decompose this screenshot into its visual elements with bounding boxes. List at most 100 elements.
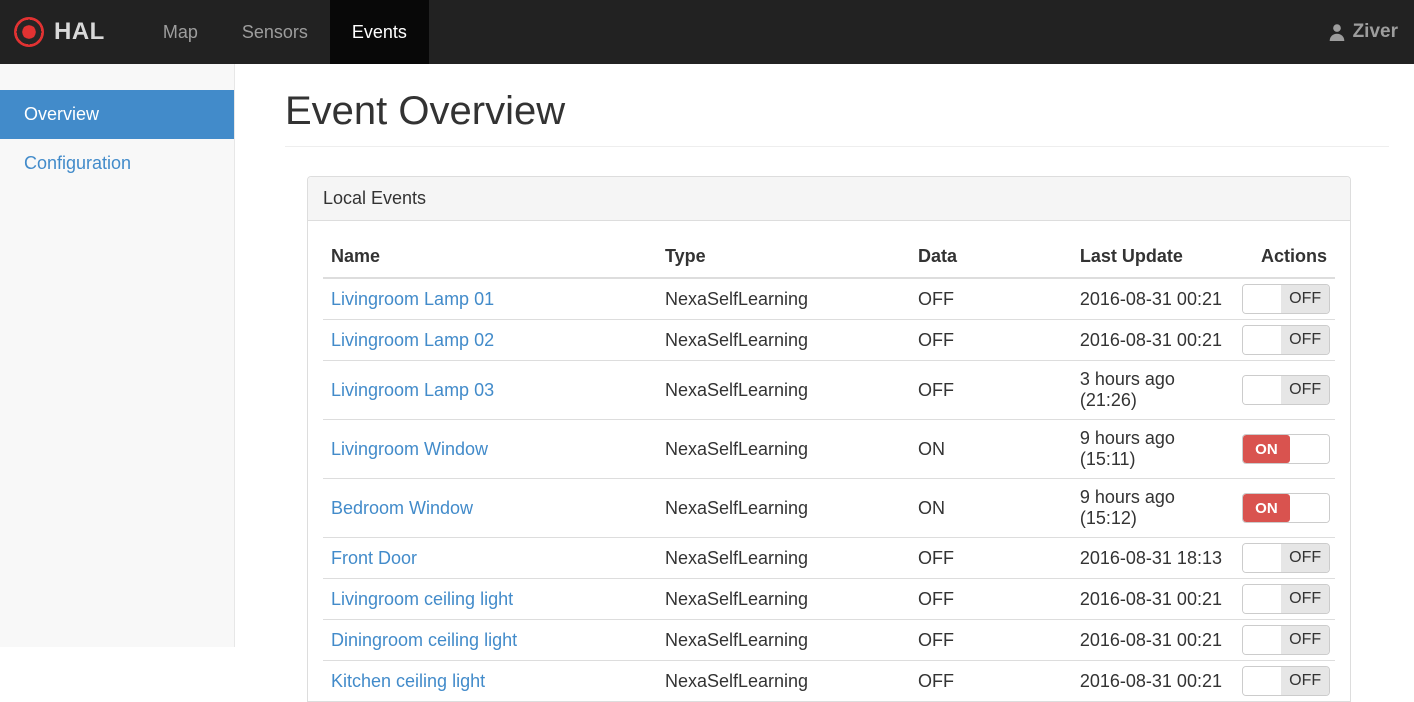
event-toggle-switch[interactable]: ON	[1241, 434, 1330, 464]
main-content: Event Overview Local Events Name Type Da…	[235, 64, 1414, 702]
event-actions-cell: OFF	[1233, 578, 1335, 620]
switch-handle	[1242, 326, 1282, 354]
table-row: Kitchen ceiling light NexaSelfLearning OFF…	[323, 660, 1335, 701]
event-name-link[interactable]: Bedroom Window	[331, 498, 473, 518]
event-toggle-switch[interactable]: OFF	[1241, 625, 1330, 655]
event-name-link[interactable]: Livingroom Window	[331, 439, 488, 459]
event-type-cell: NexaSelfLearning	[656, 360, 910, 420]
event-last-update-cell: 2016-08-31 00:21	[1071, 578, 1234, 620]
col-header-actions: Actions	[1233, 236, 1335, 279]
event-name-link[interactable]: Livingroom Lamp 02	[331, 330, 494, 350]
col-header-name: Name	[323, 236, 657, 279]
event-name-link[interactable]: Livingroom ceiling light	[331, 589, 513, 609]
switch-handle	[1242, 376, 1282, 404]
switch-handle	[1290, 494, 1329, 522]
event-name-link[interactable]: Livingroom Lamp 01	[331, 289, 494, 309]
event-actions-cell: OFF	[1233, 619, 1335, 661]
local-events-panel: Local Events Name Type Data Last Update …	[307, 176, 1351, 702]
events-table: Name Type Data Last Update Actions Livin…	[323, 236, 1335, 701]
switch-on-label: ON	[1242, 494, 1291, 522]
switch-off-label: OFF	[1281, 544, 1329, 572]
event-last-update-cell: 3 hours ago (21:26)	[1071, 360, 1234, 420]
user-menu[interactable]: Ziver	[1312, 0, 1414, 64]
event-type-cell: NexaSelfLearning	[656, 578, 910, 620]
sidebar-item-overview[interactable]: Overview	[0, 90, 234, 139]
switch-handle	[1242, 544, 1282, 572]
event-last-update-cell: 2016-08-31 00:21	[1071, 319, 1234, 361]
event-type-cell: NexaSelfLearning	[656, 419, 910, 479]
panel-body: Name Type Data Last Update Actions Livin…	[308, 221, 1350, 701]
event-name-link[interactable]: Livingroom Lamp 03	[331, 380, 494, 400]
event-type-cell: NexaSelfLearning	[656, 319, 910, 361]
col-header-type: Type	[656, 236, 910, 279]
event-toggle-switch[interactable]: OFF	[1241, 375, 1330, 405]
event-actions-cell: ON	[1233, 478, 1335, 538]
switch-handle	[1290, 435, 1329, 463]
event-name-cell: Livingroom Lamp 01	[323, 277, 657, 320]
panel-title: Local Events	[308, 177, 1350, 221]
table-row: Livingroom Lamp 03 NexaSelfLearning OFF 3 h…	[323, 360, 1335, 420]
brand[interactable]: HAL	[0, 0, 123, 64]
switch-off-label: OFF	[1281, 376, 1329, 404]
page-title: Event Overview	[285, 88, 1389, 147]
switch-off-label: OFF	[1281, 667, 1329, 695]
event-toggle-switch[interactable]: OFF	[1241, 584, 1330, 614]
event-last-update-cell: 2016-08-31 00:21	[1071, 277, 1234, 320]
event-data-cell: OFF	[909, 319, 1072, 361]
switch-handle	[1242, 626, 1282, 654]
top-navbar: HAL Map Sensors Events Ziver	[0, 0, 1414, 64]
sidebar-item-configuration[interactable]: Configuration	[0, 139, 234, 188]
event-type-cell: NexaSelfLearning	[656, 660, 910, 701]
event-actions-cell: OFF	[1233, 277, 1335, 320]
event-toggle-switch[interactable]: OFF	[1241, 284, 1330, 314]
event-name-cell: Front Door	[323, 537, 657, 579]
brand-label: HAL	[54, 18, 105, 45]
event-toggle-switch[interactable]: OFF	[1241, 543, 1330, 573]
event-toggle-switch[interactable]: OFF	[1241, 666, 1330, 696]
table-row: Livingroom Window NexaSelfLearning ON 9 hou…	[323, 419, 1335, 479]
person-icon	[1329, 24, 1344, 41]
hal-logo-target-icon	[14, 17, 44, 47]
event-name-cell: Livingroom Lamp 02	[323, 319, 657, 361]
event-actions-cell: OFF	[1233, 660, 1335, 701]
event-actions-cell: OFF	[1233, 319, 1335, 361]
table-row: Bedroom Window NexaSelfLearning ON 9 hours …	[323, 478, 1335, 538]
nav-item-map[interactable]: Map	[141, 0, 220, 64]
event-data-cell: OFF	[909, 578, 1072, 620]
event-actions-cell: OFF	[1233, 360, 1335, 420]
sidebar: Overview Configuration	[0, 64, 235, 647]
event-data-cell: ON	[909, 478, 1072, 538]
event-toggle-switch[interactable]: ON	[1241, 493, 1330, 523]
event-last-update-cell: 2016-08-31 18:13	[1071, 537, 1234, 579]
event-name-cell: Bedroom Window	[323, 478, 657, 538]
table-row: Livingroom ceiling light NexaSelfLearning…	[323, 578, 1335, 620]
nav-item-events[interactable]: Events	[329, 0, 429, 64]
event-data-cell: OFF	[909, 660, 1072, 701]
event-data-cell: OFF	[909, 277, 1072, 320]
col-header-data: Data	[909, 236, 1072, 279]
switch-off-label: OFF	[1281, 285, 1329, 313]
event-type-cell: NexaSelfLearning	[656, 537, 910, 579]
switch-on-label: ON	[1242, 435, 1291, 463]
event-type-cell: NexaSelfLearning	[656, 619, 910, 661]
event-last-update-cell: 2016-08-31 00:21	[1071, 619, 1234, 661]
table-row: Livingroom Lamp 01 NexaSelfLearning OFF 201…	[323, 277, 1335, 320]
switch-off-label: OFF	[1281, 326, 1329, 354]
event-data-cell: OFF	[909, 619, 1072, 661]
event-name-link[interactable]: Front Door	[331, 548, 417, 568]
event-data-cell: ON	[909, 419, 1072, 479]
event-name-cell: Livingroom Lamp 03	[323, 360, 657, 420]
event-last-update-cell: 2016-08-31 00:21	[1071, 660, 1234, 701]
switch-handle	[1242, 667, 1282, 695]
event-name-cell: Kitchen ceiling light	[323, 660, 657, 701]
event-name-link[interactable]: Kitchen ceiling light	[331, 671, 485, 691]
switch-handle	[1242, 285, 1282, 313]
event-actions-cell: OFF	[1233, 537, 1335, 579]
event-toggle-switch[interactable]: OFF	[1241, 325, 1330, 355]
table-row: Livingroom Lamp 02 NexaSelfLearning OFF 201…	[323, 319, 1335, 361]
event-type-cell: NexaSelfLearning	[656, 277, 910, 320]
event-actions-cell: ON	[1233, 419, 1335, 479]
event-last-update-cell: 9 hours ago (15:12)	[1071, 478, 1234, 538]
nav-item-sensors[interactable]: Sensors	[220, 0, 330, 64]
user-name: Ziver	[1352, 21, 1398, 42]
